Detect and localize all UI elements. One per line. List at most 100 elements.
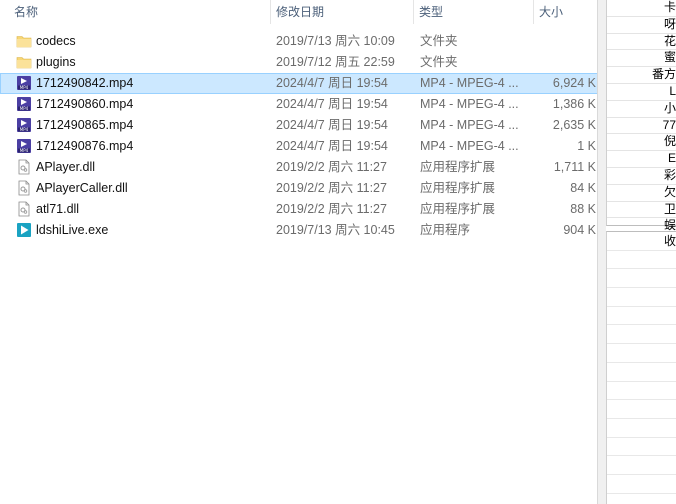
side-list-bottom: 收 <box>606 231 676 504</box>
side-bottom-row[interactable] <box>607 307 676 326</box>
side-bottom-row[interactable] <box>607 456 676 475</box>
file-row[interactable]: MP4 1712490876.mp4 2024/4/7 周日 19:54 MP4 - … <box>0 136 598 157</box>
file-size: 904 K <box>563 223 596 237</box>
side-bottom-row[interactable] <box>607 419 676 438</box>
column-header-name[interactable]: 名称 <box>8 0 268 24</box>
file-type: 文件夹 <box>420 55 458 69</box>
side-list-item[interactable]: 蜜 <box>607 50 676 68</box>
file-row[interactable]: APlayerCaller.dll 2019/2/2 周六 11:27 应用程序扩展… <box>0 178 598 199</box>
side-bottom-row[interactable] <box>607 288 676 307</box>
file-explorer: ^ 名称 修改日期 类型 大小 codecs 2019/7/13 周六 10:09… <box>0 0 598 504</box>
side-list-item[interactable]: 番方 <box>607 67 676 84</box>
exe-icon <box>16 222 32 238</box>
file-row[interactable]: codecs 2019/7/13 周六 10:09 文件夹 <box>0 31 598 52</box>
side-list-item[interactable]: 倪 <box>607 134 676 152</box>
file-row[interactable]: MP4 1712490865.mp4 2024/4/7 周日 19:54 MP4 - … <box>0 115 598 136</box>
file-name: 1712490876.mp4 <box>36 139 134 153</box>
file-list: codecs 2019/7/13 周六 10:09 文件夹 plugins 2019/7… <box>0 31 598 241</box>
svg-text:MP4: MP4 <box>20 85 29 90</box>
file-name: APlayerCaller.dll <box>36 181 128 195</box>
dll-icon <box>16 159 32 175</box>
file-type: 应用程序扩展 <box>420 160 496 174</box>
file-date-modified: 2019/2/2 周六 11:27 <box>276 160 387 174</box>
side-bottom-row[interactable] <box>607 251 676 270</box>
file-size: 6,924 K <box>552 76 596 90</box>
folder-icon <box>16 33 32 49</box>
file-size <box>530 31 596 52</box>
file-name: ldshiLive.exe <box>36 223 109 237</box>
file-type: 应用程序 <box>420 223 471 237</box>
file-name: 1712490860.mp4 <box>36 97 134 111</box>
side-bottom-row[interactable] <box>607 475 676 494</box>
dll-icon <box>16 201 32 217</box>
file-row[interactable]: MP4 1712490842.mp4 2024/4/7 周日 19:54 MP4 - … <box>0 73 598 94</box>
file-name: plugins <box>36 55 76 69</box>
file-date-modified: 2019/7/12 周五 22:59 <box>276 55 395 69</box>
side-bottom-row[interactable] <box>607 363 676 382</box>
file-date-modified: 2019/7/13 周六 10:09 <box>276 34 395 48</box>
folder-icon <box>16 54 32 70</box>
file-date-modified: 2024/4/7 周日 19:54 <box>276 97 388 111</box>
side-bottom-row[interactable] <box>607 344 676 363</box>
file-size: 1,711 K <box>553 160 596 174</box>
svg-text:MP4: MP4 <box>20 106 29 111</box>
mp4-icon: MP4 <box>16 117 32 133</box>
file-name: atl71.dll <box>36 202 80 216</box>
mp4-icon: MP4 <box>16 75 32 91</box>
file-size: 84 K <box>570 181 596 195</box>
side-list-item[interactable]: 呀 <box>607 17 676 34</box>
side-list-item[interactable]: L <box>607 84 676 101</box>
file-type: MP4 - MPEG-4 ... <box>420 118 519 132</box>
side-list-item[interactable]: 欠 <box>607 185 676 202</box>
file-date-modified: 2019/2/2 周六 11:27 <box>276 202 387 216</box>
file-row[interactable]: ldshiLive.exe 2019/7/13 周六 10:45 应用程序 904 K <box>0 220 598 241</box>
mp4-icon: MP4 <box>16 96 32 112</box>
file-name: codecs <box>36 34 76 48</box>
side-list-top: 卡呀花蜜番方 L 小 77 倪 E 彩欠卫蜈 <box>606 0 676 236</box>
file-date-modified: 2024/4/7 周日 19:54 <box>276 139 388 153</box>
file-row[interactable]: MP4 1712490860.mp4 2024/4/7 周日 19:54 MP4 - … <box>0 94 598 115</box>
column-header-size[interactable]: 大小 <box>533 0 597 24</box>
dll-icon <box>16 180 32 196</box>
file-date-modified: 2019/2/2 周六 11:27 <box>276 181 387 195</box>
file-size: 1 K <box>577 139 596 153</box>
column-header-date[interactable]: 修改日期 <box>270 0 412 24</box>
side-bottom-row[interactable] <box>607 438 676 457</box>
file-name: 1712490842.mp4 <box>36 76 134 90</box>
file-size: 2,635 K <box>552 118 596 132</box>
side-list-item[interactable]: 小 <box>607 101 676 118</box>
side-list-item[interactable]: 77 <box>607 118 676 135</box>
side-list-item[interactable]: E <box>607 151 676 168</box>
file-size: 88 K <box>570 202 596 216</box>
column-header-bar: ^ 名称 修改日期 类型 大小 <box>0 0 598 24</box>
file-type: 文件夹 <box>420 34 458 48</box>
file-size <box>530 52 596 73</box>
file-date-modified: 2024/4/7 周日 19:54 <box>276 118 388 132</box>
mp4-icon: MP4 <box>16 138 32 154</box>
file-row[interactable]: atl71.dll 2019/2/2 周六 11:27 应用程序扩展 88 K <box>0 199 598 220</box>
side-list-item[interactable]: 卫 <box>607 202 676 219</box>
file-date-modified: 2024/4/7 周日 19:54 <box>276 76 388 90</box>
file-name: APlayer.dll <box>36 160 96 174</box>
side-bottom-row[interactable] <box>607 269 676 289</box>
svg-text:MP4: MP4 <box>20 127 29 132</box>
file-type: MP4 - MPEG-4 ... <box>420 76 519 90</box>
file-row[interactable]: APlayer.dll 2019/2/2 周六 11:27 应用程序扩展 1,711 … <box>0 157 598 178</box>
pane-gap <box>598 0 606 504</box>
file-date-modified: 2019/7/13 周六 10:45 <box>276 223 395 237</box>
file-name: 1712490865.mp4 <box>36 118 134 132</box>
file-type: MP4 - MPEG-4 ... <box>420 97 519 111</box>
file-row[interactable]: plugins 2019/7/12 周五 22:59 文件夹 <box>0 52 598 73</box>
side-bottom-row[interactable]: 收 <box>607 232 676 251</box>
file-type: 应用程序扩展 <box>420 202 496 216</box>
file-type: MP4 - MPEG-4 ... <box>420 139 519 153</box>
side-bottom-row[interactable] <box>607 325 676 345</box>
file-type: 应用程序扩展 <box>420 181 496 195</box>
side-bottom-row[interactable] <box>607 400 676 419</box>
side-list-item[interactable]: 花 <box>607 34 676 51</box>
column-header-type[interactable]: 类型 <box>413 0 533 24</box>
svg-text:MP4: MP4 <box>20 148 29 153</box>
side-list-item[interactable]: 彩 <box>607 168 676 185</box>
side-bottom-row[interactable] <box>607 382 676 401</box>
side-list-item[interactable]: 卡 <box>607 0 676 17</box>
